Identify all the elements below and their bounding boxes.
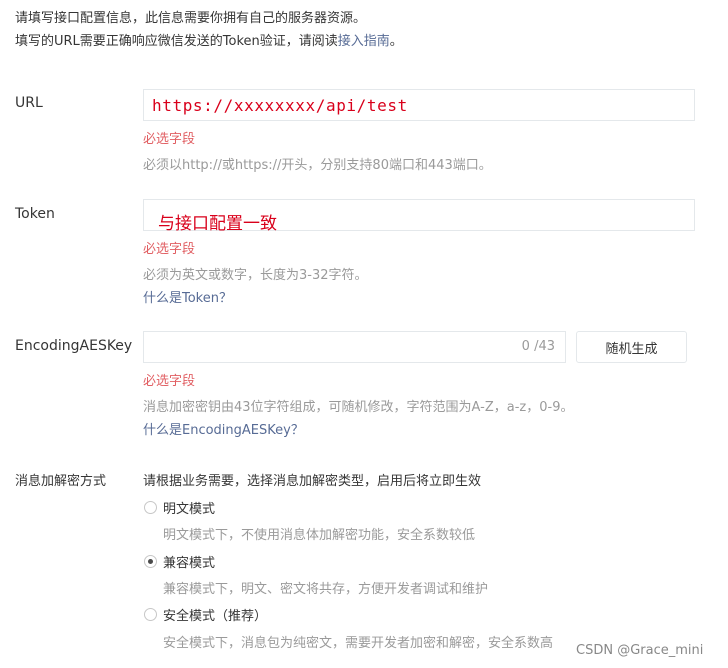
token-label: Token	[15, 206, 55, 222]
aes-key-label: EncodingAESKey	[15, 338, 133, 354]
radio-secure-mode[interactable]: 安全模式（推荐）	[144, 605, 267, 624]
url-hint: 必须以http://或https://开头，分别支持80端口和443端口。	[143, 158, 492, 173]
csdn-watermark: CSDN @Grace_mini	[576, 643, 704, 658]
aes-key-hint: 消息加密密钥由43位字符组成，可随机修改，字符范围为A-Z，a-z，0-9。	[143, 400, 574, 415]
radio-secure-indicator[interactable]	[144, 608, 157, 621]
what-is-token-link[interactable]: 什么是Token？	[143, 287, 232, 306]
url-input[interactable]: https://xxxxxxxx/api/test	[143, 89, 695, 121]
intro-line-2: 填写的URL需要正确响应微信发送的Token验证，请阅读接入指南。	[15, 30, 403, 49]
url-label: URL	[15, 95, 43, 111]
intro-line-2-text: 填写的URL需要正确响应微信发送的Token验证，请阅读	[15, 34, 338, 49]
intro-line-1: 请填写接口配置信息，此信息需要你拥有自己的服务器资源。	[15, 11, 367, 26]
url-input-value: https://xxxxxxxx/api/test	[152, 96, 408, 115]
token-input[interactable]: 与接口配置一致	[143, 199, 695, 234]
token-hint: 必须为英文或数字，长度为3-32字符。	[143, 268, 368, 283]
what-is-aes-key-link[interactable]: 什么是EncodingAESKey？	[143, 419, 304, 438]
token-required-error: 必选字段	[143, 242, 196, 257]
aes-key-required-error: 必选字段	[143, 374, 196, 389]
access-guide-link[interactable]: 接入指南	[338, 34, 390, 49]
radio-compatible-mode[interactable]: 兼容模式	[144, 552, 215, 571]
token-input-value: 与接口配置一致	[158, 214, 277, 234]
radio-compatible-label: 兼容模式	[163, 556, 216, 571]
radio-plaintext-mode[interactable]: 明文模式	[144, 498, 215, 517]
radio-compatible-indicator[interactable]	[144, 555, 157, 568]
radio-plaintext-label: 明文模式	[163, 502, 216, 517]
intro-line-2-suffix: 。	[389, 34, 403, 49]
random-generate-button[interactable]: 随机生成	[576, 331, 687, 363]
aes-key-char-counter: 0 /43	[521, 339, 555, 354]
encryption-mode-description: 请根据业务需要，选择消息加解密类型，启用后将立即生效	[143, 474, 482, 489]
radio-secure-label: 安全模式（推荐）	[163, 609, 268, 624]
encryption-mode-label: 消息加解密方式	[15, 474, 107, 489]
plaintext-mode-desc: 明文模式下，不使用消息体加解密功能，安全系数较低	[163, 528, 476, 543]
aes-key-input[interactable]: 0 /43	[143, 331, 566, 363]
radio-plaintext-indicator[interactable]	[144, 501, 157, 514]
compatible-mode-desc: 兼容模式下，明文、密文将共存，方便开发者调试和维护	[163, 582, 489, 597]
secure-mode-desc: 安全模式下，消息包为纯密文，需要开发者加密和解密，安全系数高	[163, 636, 554, 651]
url-required-error: 必选字段	[143, 132, 196, 147]
